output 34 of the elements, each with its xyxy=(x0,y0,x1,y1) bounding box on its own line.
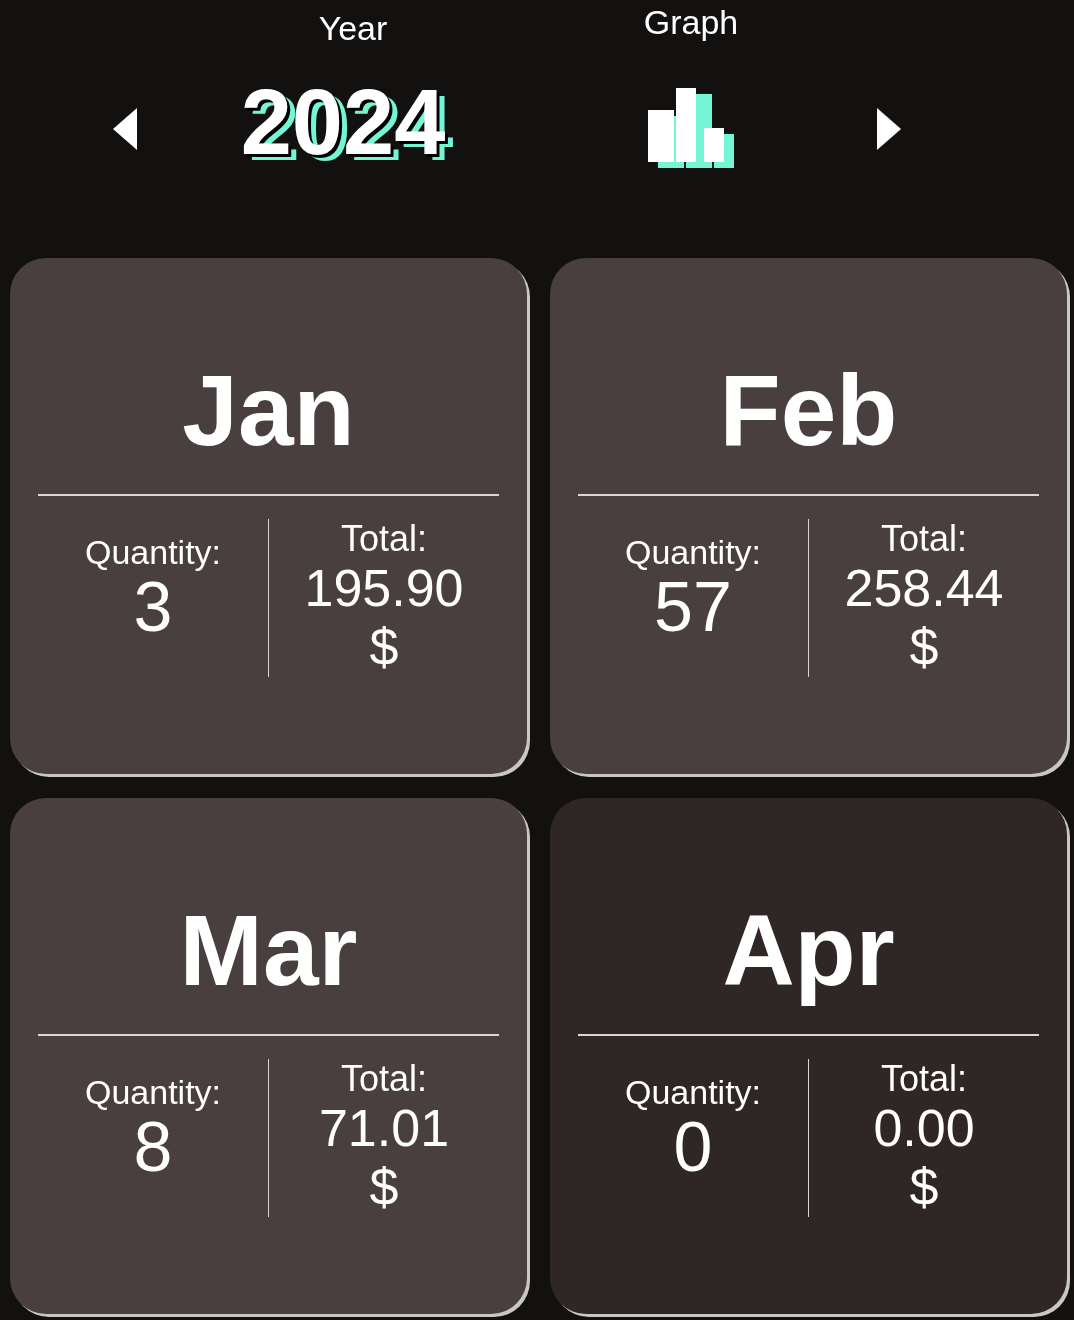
triangle-right-icon xyxy=(877,108,901,150)
total-label: Total: xyxy=(340,519,427,559)
month-name: Feb xyxy=(719,353,898,468)
month-card[interactable]: Mar Quantity: 8 Total: 71.01 $ xyxy=(10,798,527,1314)
currency-symbol: $ xyxy=(369,1157,399,1217)
month-card[interactable]: Apr Quantity: 0 Total: 0.00 $ xyxy=(550,798,1067,1314)
quantity-label: Quantity: xyxy=(624,1072,762,1112)
total-label: Total: xyxy=(880,519,967,559)
quantity-value: 3 xyxy=(133,572,173,642)
month-name: Jan xyxy=(182,353,355,468)
currency-symbol: $ xyxy=(909,1157,939,1217)
graph-button[interactable] xyxy=(648,88,734,168)
triangle-left-icon xyxy=(113,108,137,150)
quantity-value: 57 xyxy=(654,572,732,642)
month-card[interactable]: Feb Quantity: 57 Total: 258.44 $ xyxy=(550,258,1067,774)
total-label: Total: xyxy=(340,1059,427,1099)
quantity-value: 0 xyxy=(673,1112,713,1182)
quantity-label: Quantity: xyxy=(84,1072,222,1112)
total-value: 195.90 xyxy=(304,559,464,617)
month-name: Apr xyxy=(722,893,895,1008)
year-label: Year xyxy=(318,8,388,48)
quantity-value: 8 xyxy=(133,1112,173,1182)
graph-label: Graph xyxy=(643,2,739,42)
bar-chart-icon xyxy=(648,88,734,168)
month-card[interactable]: Jan Quantity: 3 Total: 195.90 $ xyxy=(10,258,527,774)
total-label: Total: xyxy=(880,1059,967,1099)
currency-symbol: $ xyxy=(369,617,399,677)
total-value: 71.01 xyxy=(318,1099,450,1157)
month-name: Mar xyxy=(179,893,358,1008)
quantity-label: Quantity: xyxy=(84,532,222,572)
quantity-label: Quantity: xyxy=(624,532,762,572)
total-value: 0.00 xyxy=(873,1099,975,1157)
currency-symbol: $ xyxy=(909,617,939,677)
total-value: 258.44 xyxy=(844,559,1004,617)
